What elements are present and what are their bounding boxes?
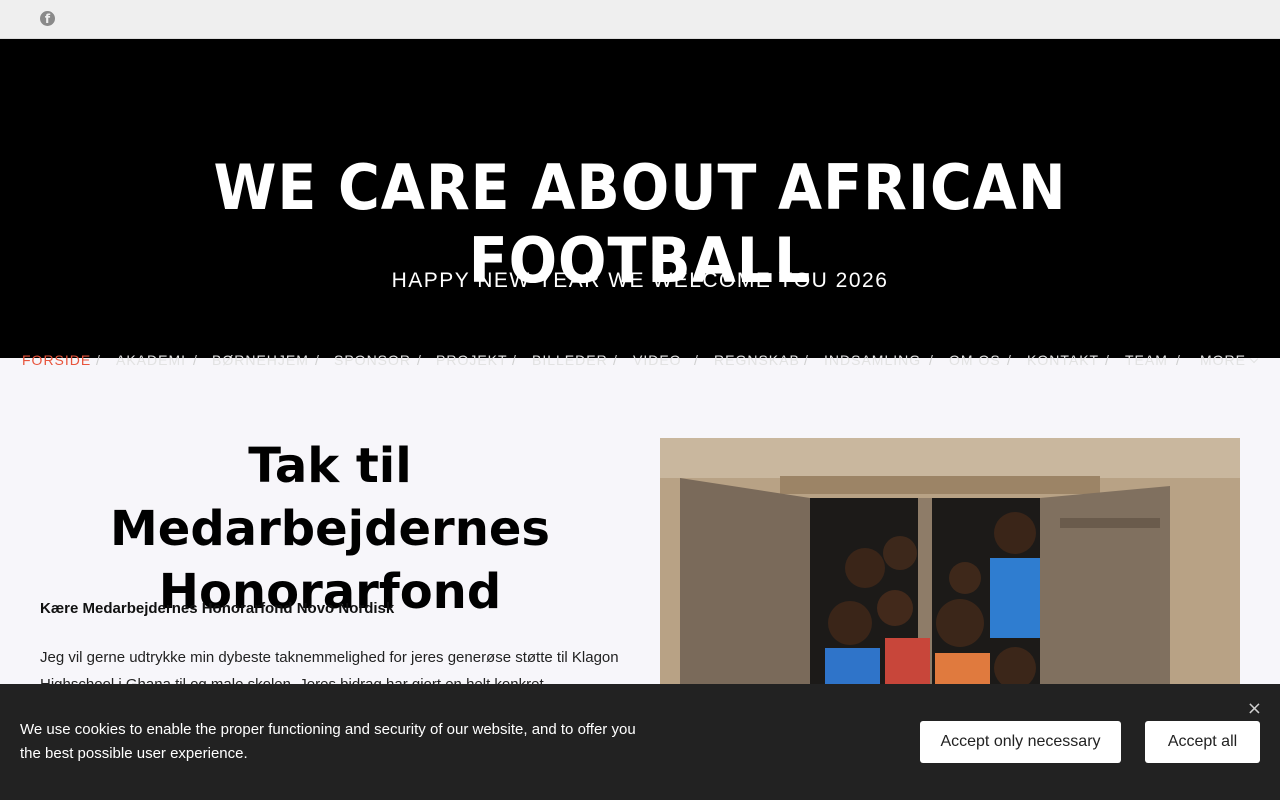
letter-greeting: Kære Medarbejdernes Honorarfond Novo Nor… (40, 600, 395, 617)
accept-all-button[interactable]: Accept all (1145, 721, 1260, 763)
top-bar: f (0, 0, 1280, 39)
close-icon[interactable]: × (1247, 698, 1262, 719)
facebook-icon[interactable]: f (40, 11, 55, 26)
page-title: Tak til Medarbejdernes Honorarfond (110, 438, 550, 620)
site-subtitle: HAPPY NEW YEAR WE WELCOME YOU 2026 (391, 269, 889, 292)
cookie-banner: We use cookies to enable the proper func… (0, 684, 1280, 800)
accept-necessary-button[interactable]: Accept only necessary (920, 721, 1121, 763)
site-header: WE CARE ABOUT AFRICAN FOOTBALL HAPPY NEW… (0, 39, 1280, 368)
cookie-message: We use cookies to enable the proper func… (20, 721, 636, 762)
